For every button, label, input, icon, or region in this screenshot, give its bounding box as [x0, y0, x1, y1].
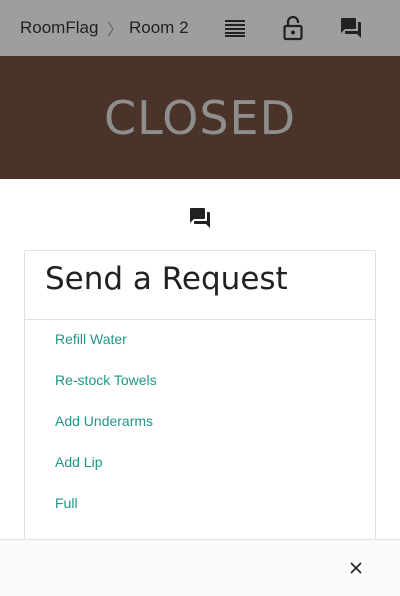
breadcrumb-app-name[interactable]: RoomFlag [20, 0, 98, 56]
request-item-add-lip[interactable]: Add Lip [55, 454, 157, 495]
request-item-restock-towels[interactable]: Re-stock Towels [55, 372, 157, 413]
breadcrumb-room-name[interactable]: Room 2 [129, 0, 189, 56]
close-icon[interactable] [346, 558, 366, 578]
request-item-add-underarms[interactable]: Add Underarms [55, 413, 157, 454]
top-bar: RoomFlag 〉 Room 2 [0, 0, 400, 56]
lock-open-icon[interactable] [279, 14, 307, 42]
request-list: Refill Water Re-stock Towels Add Underar… [55, 331, 157, 536]
chat-icon[interactable] [337, 14, 365, 42]
request-item-refill-water[interactable]: Refill Water [55, 331, 157, 372]
request-card: Send a Request Refill Water Re-stock Tow… [24, 250, 376, 582]
breadcrumb-separator: 〉 [107, 22, 124, 39]
card-divider [25, 319, 375, 320]
request-item-full[interactable]: Full [55, 495, 157, 536]
status-banner: CLOSED [0, 56, 400, 179]
chat-icon[interactable] [188, 206, 212, 230]
request-card-title: Send a Request [45, 261, 288, 297]
status-label: CLOSED [104, 90, 296, 145]
list-icon[interactable] [221, 14, 249, 42]
bottom-bar [0, 539, 400, 596]
